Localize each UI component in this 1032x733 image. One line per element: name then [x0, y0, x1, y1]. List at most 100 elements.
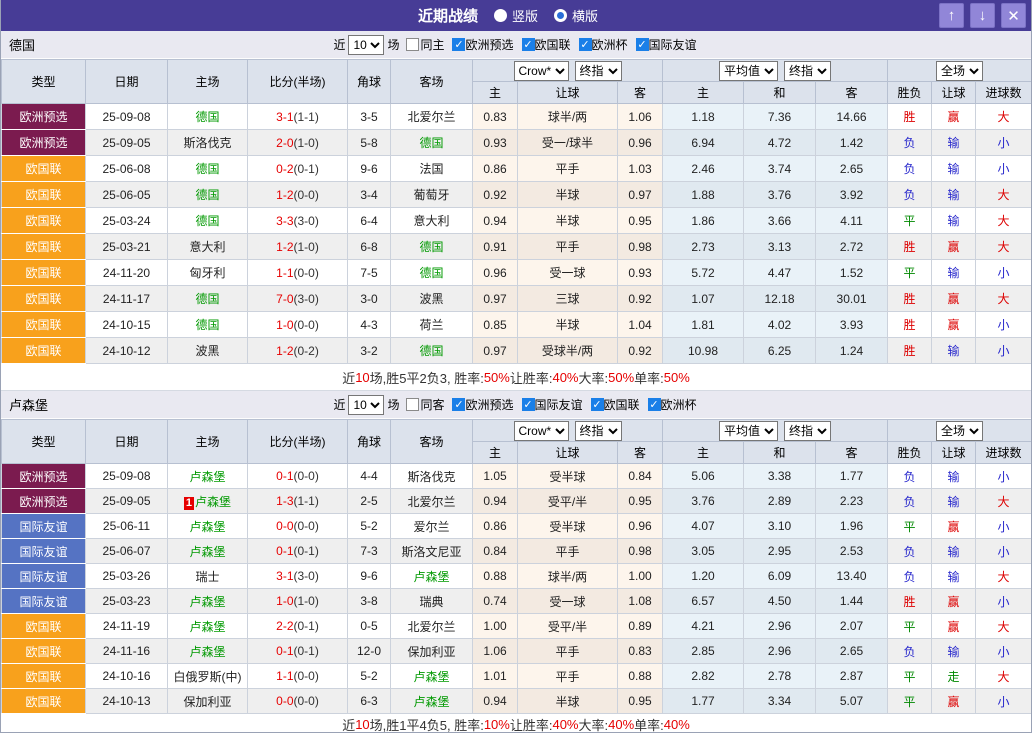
handicap-away-odds: 0.92	[618, 338, 663, 364]
results-table: 类型日期主场比分(半场)角球客场Crow*终指平均值终指全场主让球客主和客胜负让…	[1, 419, 1032, 714]
result-goals: 大	[976, 564, 1032, 589]
team-name: 卢森堡	[9, 395, 48, 414]
result-wdl: 平	[888, 208, 932, 234]
league-checkbox[interactable]	[591, 398, 604, 411]
summary-part: 50%	[664, 370, 690, 385]
bookmaker-select[interactable]: Crow*	[514, 61, 569, 81]
corner-score: 3-2	[348, 338, 391, 364]
result-goals: 小	[976, 464, 1032, 489]
handicap-home-odds: 0.91	[473, 234, 518, 260]
period-select[interactable]: 全场	[936, 421, 983, 441]
away-team-name: 意大利	[413, 214, 449, 228]
match-row: 欧国联24-10-16白俄罗斯(中)1-1(0-0)5-2卢森堡1.01平手0.…	[2, 664, 1032, 689]
column-header: 日期	[86, 420, 168, 464]
away-team: 意大利	[391, 208, 473, 234]
rounds-suffix-label: 场	[387, 396, 399, 413]
same-venue-checkbox[interactable]	[406, 38, 419, 51]
league-label: 国际友谊	[649, 36, 697, 53]
league-label: 欧洲杯	[661, 396, 697, 413]
rounds-select[interactable]: 10	[348, 35, 384, 55]
league-checkbox[interactable]	[579, 38, 592, 51]
avg-home-odds: 2.82	[663, 664, 744, 689]
avg-home-odds: 1.77	[663, 689, 744, 714]
avg-draw-odds: 3.74	[744, 156, 816, 182]
summary-part: 40%	[608, 717, 634, 732]
avg-away-odds: 30.01	[816, 286, 888, 312]
radio-horizontal[interactable]: 横版	[554, 6, 598, 25]
odds-time-select-2[interactable]: 终指	[784, 421, 831, 441]
summary-part: 单率:	[634, 715, 664, 733]
odds-time-select-1[interactable]: 终指	[575, 421, 622, 441]
league-checkbox[interactable]	[522, 38, 535, 51]
result-goals: 大	[976, 614, 1032, 639]
match-row: 欧洲预选25-09-051卢森堡1-3(1-1)2-5北爱尔兰0.94受平/半0…	[2, 489, 1032, 514]
corner-score: 6-8	[348, 234, 391, 260]
handicap-home-odds: 1.01	[473, 664, 518, 689]
odds-time-select-1[interactable]: 终指	[575, 61, 622, 81]
period-select[interactable]: 全场	[936, 61, 983, 81]
match-row: 欧洲预选25-09-08卢森堡0-1(0-0)4-4斯洛伐克1.05受半球0.8…	[2, 464, 1032, 489]
away-team: 法国	[391, 156, 473, 182]
same-venue-checkbox[interactable]	[406, 398, 419, 411]
match-row: 欧国联25-06-05德国1-2(0-0)3-4葡萄牙0.92半球0.971.8…	[2, 182, 1032, 208]
move-up-button[interactable]: ↑	[939, 3, 964, 28]
result-handicap: 输	[932, 130, 976, 156]
match-row: 国际友谊25-03-23卢森堡1-0(1-0)3-8瑞典0.74受一球1.086…	[2, 589, 1032, 614]
result-handicap: 输	[932, 260, 976, 286]
league-checkbox[interactable]	[522, 398, 535, 411]
summary-part: 40%	[552, 717, 578, 732]
result-wdl: 平	[888, 664, 932, 689]
fulltime-score: 7-0	[276, 292, 293, 306]
corner-score: 3-8	[348, 589, 391, 614]
avg-draw-odds: 2.96	[744, 614, 816, 639]
rounds-select[interactable]: 10	[348, 395, 384, 415]
column-header: 主场	[168, 60, 248, 104]
filter-bar: 德国近10场同主欧洲预选欧国联欧洲杯国际友谊	[1, 31, 1031, 59]
halftime-score: (1-0)	[294, 594, 319, 608]
league-checkbox[interactable]	[636, 38, 649, 51]
halftime-score: (0-1)	[294, 162, 319, 176]
away-team-name: 北爱尔兰	[407, 620, 455, 634]
result-goals: 小	[976, 589, 1032, 614]
home-team-name: 德国	[195, 110, 219, 124]
handicap-away-odds: 0.98	[618, 234, 663, 260]
avg-home-odds: 4.21	[663, 614, 744, 639]
fulltime-score: 0-0	[276, 519, 293, 533]
avg-home-odds: 1.20	[663, 564, 744, 589]
away-team-name: 北爱尔兰	[407, 110, 455, 124]
result-handicap: 输	[932, 464, 976, 489]
halftime-score: (0-2)	[294, 344, 319, 358]
league-checkbox[interactable]	[452, 398, 465, 411]
home-team-name: 卢森堡	[189, 645, 225, 659]
league-checkbox[interactable]	[452, 38, 465, 51]
column-header: 类型	[2, 60, 86, 104]
score: 1-2(0-2)	[248, 338, 348, 364]
away-team: 爱尔兰	[391, 514, 473, 539]
handicap-away-odds: 1.04	[618, 312, 663, 338]
fulltime-score: 0-2	[276, 162, 293, 176]
halftime-score: (3-0)	[294, 214, 319, 228]
move-down-button[interactable]: ↓	[970, 3, 995, 28]
radio-vertical[interactable]: 竖版	[494, 6, 538, 25]
same-venue-label: 同客	[420, 396, 444, 413]
average-select[interactable]: 平均值	[719, 61, 778, 81]
corner-score: 4-3	[348, 312, 391, 338]
avg-home-odds: 2.46	[663, 156, 744, 182]
result-goals: 小	[976, 156, 1032, 182]
league-checkbox[interactable]	[648, 398, 661, 411]
bookmaker-select[interactable]: Crow*	[514, 421, 569, 441]
result-wdl: 负	[888, 564, 932, 589]
league-type-badge: 欧洲预选	[2, 489, 86, 514]
handicap-line: 平手	[518, 539, 618, 564]
avg-home-odds: 3.76	[663, 489, 744, 514]
odds-time-select-2[interactable]: 终指	[784, 61, 831, 81]
league-type-badge: 欧国联	[2, 312, 86, 338]
score: 1-0(1-0)	[248, 589, 348, 614]
home-team-name: 卢森堡	[189, 470, 225, 484]
avg-home-odds: 1.88	[663, 182, 744, 208]
close-button[interactable]: ✕	[1001, 3, 1026, 28]
result-goals: 大	[976, 104, 1032, 130]
fulltime-score: 2-0	[276, 136, 293, 150]
average-select[interactable]: 平均值	[719, 421, 778, 441]
halftime-score: (0-0)	[294, 519, 319, 533]
